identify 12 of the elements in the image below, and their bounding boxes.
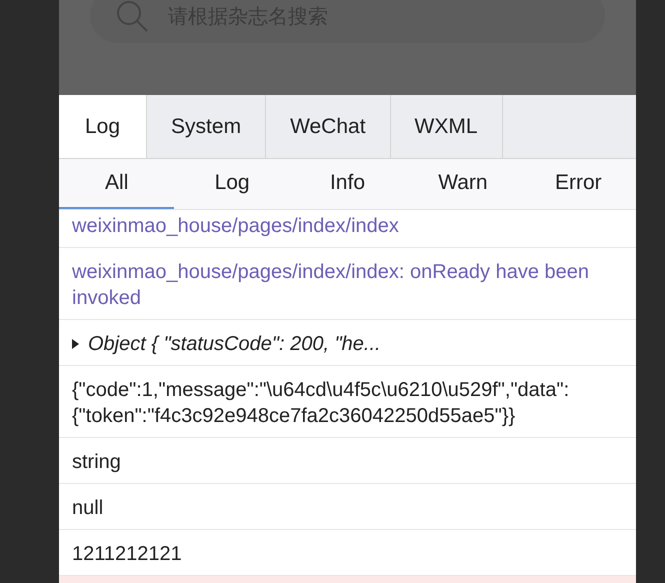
filter-tab[interactable]: Log	[174, 159, 290, 209]
filter-tab[interactable]: Error	[520, 159, 636, 209]
log-message: 1211212121	[72, 542, 182, 567]
log-message: string	[72, 450, 121, 475]
log-message: null	[72, 496, 104, 521]
filter-tab[interactable]: Warn	[405, 159, 521, 209]
log-message: {"code":1,"message":"\u64cd\u4f5c\u6210\u529f","data":{"token":"f4c3c92e948ce7fa2c36042250d55ae5"}}	[72, 378, 570, 429]
log-message: weixinmao_house/pages/index/index: onReady have been invoked	[72, 260, 590, 311]
log-message: weixinmao_house/pages/index/index	[72, 214, 399, 239]
filter-tab[interactable]: Info	[290, 159, 406, 209]
log-message: Object { "statusCode": 200, "he...	[88, 332, 381, 357]
tab[interactable]: Log	[59, 95, 148, 158]
